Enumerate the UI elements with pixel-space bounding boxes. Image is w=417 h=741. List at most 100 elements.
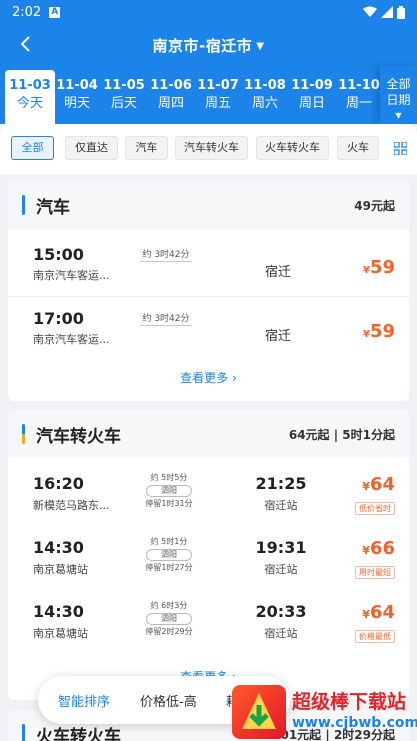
filter-chip-bus[interactable]: 汽车 — [125, 136, 168, 160]
departure-time: 14:30 — [33, 602, 84, 621]
filter-bar: 全部 仅直达 汽车 汽车转火车 火车转火车 火车 — [0, 124, 417, 174]
route-selector[interactable]: 南京市-宿迁市 ▼ — [153, 35, 265, 56]
ticket-price: ¥59 — [363, 257, 395, 278]
train-train-card-title: 火车转火车 — [36, 727, 121, 741]
bus-see-more-link[interactable]: 查看更多 › — [8, 369, 409, 386]
date-tab[interactable]: 11-06 周四 — [146, 70, 196, 120]
stay-duration: 停留2时29分 — [145, 627, 193, 636]
date-tab-day: 周五 — [204, 96, 231, 111]
arrival-station: 宿迁站 — [264, 499, 298, 512]
section-marker — [22, 424, 25, 444]
currency-symbol: ¥ — [362, 329, 370, 340]
arrival-station: 宿迁站 — [264, 627, 298, 640]
duration: 约 3时42分 — [142, 314, 190, 324]
grid-view-icon[interactable] — [394, 142, 407, 155]
duration: 约 3时42分 — [142, 250, 190, 260]
currency-symbol: ¥ — [362, 608, 370, 621]
filter-chip-train-train[interactable]: 火车转火车 — [256, 136, 329, 160]
departure-station: 南京汽车客运... — [33, 333, 110, 346]
transfer-info: 约 5时1分 泗阳 停留1时27分 — [136, 536, 202, 574]
departure-time: 14:30 — [33, 538, 84, 557]
filter-chip-bus-train[interactable]: 汽车转火车 — [175, 136, 248, 160]
ticket-price-value: 64 — [369, 474, 395, 495]
ticket-price: ¥64 — [362, 474, 395, 495]
date-tab[interactable]: 11-05 后天 — [99, 70, 149, 120]
route-tag: 用时最短 — [355, 566, 395, 579]
bus-card-header: 汽车 49元起 — [8, 181, 409, 229]
all-dates-button[interactable]: 全部 日期 ▼ — [380, 66, 417, 124]
watermark: 超级棒下载站 www.cjbwb.com — [232, 683, 417, 741]
duration-line — [140, 325, 192, 326]
stay-duration: 停留1时27分 — [145, 563, 193, 572]
filter-chip-train[interactable]: 火车 — [337, 136, 379, 160]
bus-route-row[interactable]: 17:00 南京汽车客运... 约 3时42分 宿迁 ¥59 — [8, 297, 409, 361]
bus-train-min-duration: 5时1分起 — [342, 428, 395, 442]
wifi-icon — [363, 6, 377, 17]
sort-price-asc[interactable]: 价格低-高 — [140, 691, 197, 710]
sort-smart[interactable]: 智能排序 — [58, 691, 110, 710]
date-tab-day: 周日 — [298, 96, 325, 111]
bus-train-card-header: 汽车转火车 64元起 | 5时1分起 — [8, 410, 409, 458]
currency-symbol: ¥ — [362, 480, 370, 493]
departure-station: 南京葛塘站 — [33, 627, 88, 640]
all-dates-line2: 日期 — [386, 93, 411, 107]
bus-card: 汽车 49元起 15:00 南京汽车客运... 约 3时42分 宿迁 ¥59 1… — [8, 181, 409, 401]
bus-route-row[interactable]: 15:00 南京汽车客运... 约 3时42分 宿迁 ¥59 — [8, 233, 409, 297]
date-tab-date: 11-03 — [9, 78, 51, 93]
back-arrow-icon[interactable] — [14, 32, 38, 56]
arrival-station: 宿迁 — [264, 329, 291, 344]
arrival-time: 21:25 — [255, 474, 307, 493]
caret-down-icon: ▼ — [256, 40, 265, 52]
ticket-price-value: 64 — [369, 602, 395, 623]
date-tab[interactable]: 11-08 周六 — [240, 70, 290, 120]
date-tab[interactable]: 11-04 明天 — [52, 70, 102, 120]
date-tab-date: 11-07 — [197, 78, 239, 93]
transfer-city: 泗阳 — [146, 549, 192, 561]
departure-time: 16:20 — [33, 474, 84, 493]
chevron-right-icon: › — [232, 371, 237, 385]
date-tab-date: 11-05 — [103, 78, 145, 93]
see-more-label: 查看更多 — [180, 371, 229, 385]
transfer-route-row[interactable]: 14:30 南京葛塘站 约 5时1分 泗阳 停留1时27分 19:31 宿迁站 … — [8, 528, 409, 592]
bus-card-title: 汽车 — [36, 198, 70, 218]
status-bar: 2:02 A — [0, 0, 417, 24]
route-tag: 低价省时 — [355, 502, 395, 515]
date-tab[interactable]: 11-03 今天 — [5, 70, 55, 124]
bus-train-card-summary: 64元起 | 5时1分起 — [288, 428, 395, 442]
ticket-price: ¥59 — [363, 321, 395, 342]
watermark-url: www.cjbwb.com — [292, 715, 417, 731]
chevron-down-icon: ▼ — [395, 111, 402, 120]
transfer-city: 泗阳 — [146, 613, 192, 625]
date-tab[interactable]: 11-10 周一 — [334, 70, 384, 120]
bus-train-card-title: 汽车转火车 — [36, 427, 121, 447]
transfer-route-row[interactable]: 16:20 新模范马路东... 约 5时5分 泗阳 停留1时31分 21:25 … — [8, 464, 409, 528]
notification-a-icon: A — [49, 6, 61, 18]
date-tab[interactable]: 11-09 周日 — [287, 70, 337, 120]
currency-symbol: ¥ — [362, 544, 370, 557]
ticket-price-value: 66 — [369, 538, 395, 559]
total-duration: 约 5时5分 — [150, 473, 188, 482]
departure-station: 南京汽车客运... — [33, 269, 110, 282]
date-tab-day: 今天 — [16, 96, 43, 111]
section-marker — [22, 195, 25, 215]
date-tab[interactable]: 11-07 周五 — [193, 70, 243, 120]
date-tab-date: 11-09 — [291, 78, 333, 93]
ticket-price: ¥64 — [362, 602, 395, 623]
date-tab-day: 周四 — [157, 96, 184, 111]
bus-train-card: 汽车转火车 64元起 | 5时1分起 16:20 新模范马路东... 约 5时5… — [8, 410, 409, 700]
transfer-route-row[interactable]: 14:30 南京葛塘站 约 6时3分 泗阳 停留2时29分 20:33 宿迁站 … — [8, 592, 409, 656]
date-tab-day: 周六 — [251, 96, 278, 111]
stay-duration: 停留1时31分 — [145, 499, 193, 508]
arrival-time: 19:31 — [255, 538, 307, 557]
departure-time: 17:00 — [33, 309, 84, 328]
status-icons — [363, 5, 405, 19]
filter-chip-all[interactable]: 全部 — [11, 136, 54, 160]
ticket-price-value: 59 — [369, 321, 395, 342]
date-tab-day: 明天 — [63, 96, 90, 111]
watermark-title: 超级棒下载站 — [292, 691, 407, 713]
total-duration: 约 5时1分 — [150, 537, 188, 546]
date-tab-date: 11-04 — [56, 78, 98, 93]
filter-chip-direct[interactable]: 仅直达 — [65, 136, 118, 160]
all-dates-line1: 全部 — [386, 77, 411, 91]
transfer-city: 泗阳 — [146, 485, 192, 497]
